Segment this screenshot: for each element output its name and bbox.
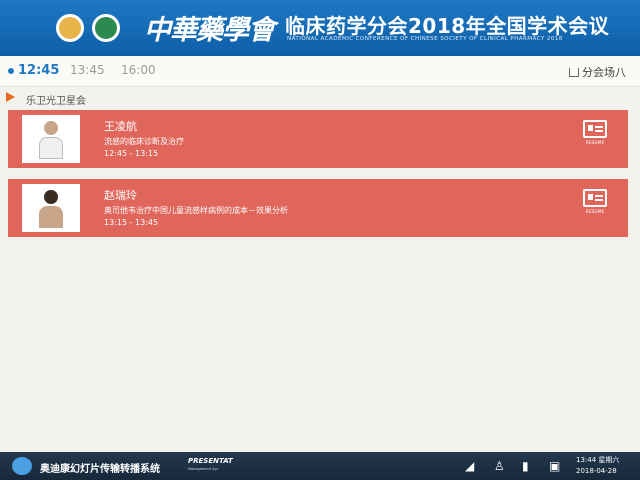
talk-card[interactable]: 王凌航 流感的临床诊断及治疗 12:45 - 13:15 RESUME: [8, 110, 628, 168]
talk-card[interactable]: 赵瑞玲 奥司他韦治疗中国儿童流感样病例的成本－效果分析 13:15 - 13:4…: [8, 179, 628, 237]
conference-subtitle: NATIONAL ACADEMIC CONFERENCE OF CHINESE …: [287, 36, 563, 42]
speaker-photo: [22, 184, 80, 232]
time-slot-bar: 12:45 13:45 16:00 分会场八: [0, 56, 640, 87]
conference-header: 中華藥學會 临床药学分会2018年全国学术会议 NATIONAL ACADEMI…: [0, 0, 640, 56]
speaker-icon[interactable]: ◢: [465, 459, 474, 473]
clock-date: 2018-04-28: [576, 467, 617, 475]
clock-time: 13:44 星期六: [576, 456, 620, 464]
resume-icon: [583, 189, 607, 207]
session-title: 乐卫光卫星会: [26, 96, 86, 107]
speaker-name: 赵瑞玲: [104, 189, 137, 202]
app-name: 奥迪康幻灯片传输转播系统: [40, 464, 160, 475]
home-icon: [569, 68, 579, 77]
conference-title: 临床药学分会2018年全国学术会议: [285, 14, 610, 38]
society-logo-1: [56, 14, 84, 42]
resume-label: RESUME: [585, 141, 605, 146]
active-slot-dot-icon: [8, 68, 14, 74]
talk-topic: 奥司他韦治疗中国儿童流感样病例的成本－效果分析: [104, 206, 288, 215]
society-calligraphy: 中華藥學會: [144, 15, 275, 46]
time-slot[interactable]: 16:00: [121, 63, 156, 77]
session-header: 乐卫光卫星会: [6, 92, 634, 107]
taskbar: 奥迪康幻灯片传输转播系统 PRESENTAT Management Sys ◢ …: [0, 452, 640, 480]
system-clock[interactable]: 13:44 星期六 2018-04-28: [576, 455, 619, 477]
talk-topic: 流感的临床诊断及治疗: [104, 137, 184, 146]
resume-label: RESUME: [585, 210, 605, 215]
app-logo-icon[interactable]: [12, 457, 32, 475]
venue-selector[interactable]: 分会场八: [569, 64, 626, 80]
time-slot-active[interactable]: 12:45: [18, 63, 59, 78]
speaker-photo: [22, 115, 80, 163]
society-logo-2: [92, 14, 120, 42]
brand-subtitle: Management Sys: [188, 467, 219, 471]
usb-icon[interactable]: ▮: [522, 459, 529, 473]
brand-name: PRESENTAT: [188, 457, 233, 465]
talk-time: 12:45 - 13:15: [104, 149, 159, 158]
resume-button[interactable]: RESUME: [582, 120, 608, 146]
resume-icon: [583, 120, 607, 138]
speaker-name: 王凌航: [104, 120, 137, 133]
venue-label: 分会场八: [582, 66, 626, 79]
flag-icon: [6, 92, 15, 102]
time-slot[interactable]: 13:45: [70, 63, 105, 77]
network-icon[interactable]: ▣: [549, 459, 560, 473]
user-icon[interactable]: ♙: [494, 459, 505, 473]
resume-button[interactable]: RESUME: [582, 189, 608, 215]
talk-time: 13:15 - 13:45: [104, 218, 159, 227]
